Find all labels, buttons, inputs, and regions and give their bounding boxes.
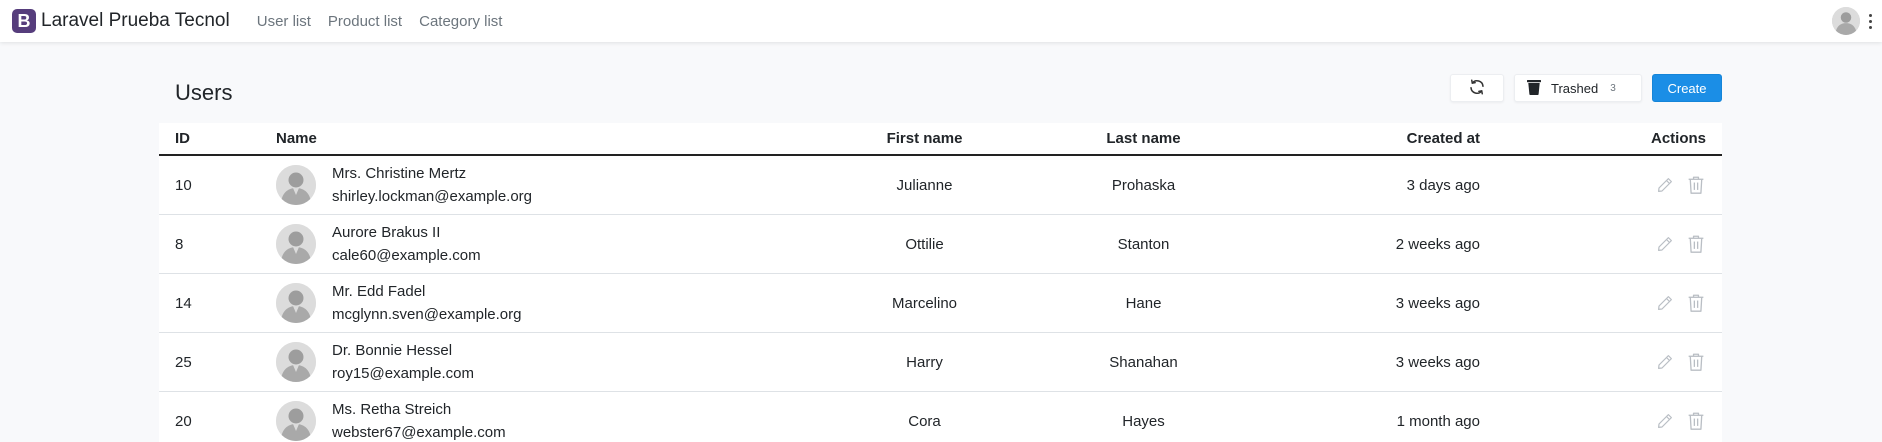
user-full-name: Ms. Retha Streich [332,401,452,418]
trash-icon[interactable] [1686,411,1706,431]
nav-links: User list Product list Category list [257,13,520,30]
pencil-icon[interactable] [1655,175,1675,195]
refresh-button[interactable] [1450,74,1504,102]
page-title: Users [175,80,233,105]
name-block: Aurore Brakus II cale60@example.com [332,221,481,267]
cell-actions [1484,352,1722,372]
nav-link-user-list[interactable]: User list [257,13,311,30]
table-row: 20 Ms. Retha Streich webster67@example.c… [159,392,1722,442]
cell-last-name: Prohaska [1111,176,1176,194]
users-table: ID Name First name Last name Created at … [159,123,1722,442]
cell-name: Mrs. Christine Mertz shirley.lockman@exa… [276,162,846,208]
table-row: 14 Mr. Edd Fadel mcglynn.sven@example.or… [159,274,1722,333]
user-full-name: Mrs. Christine Mertz [332,165,467,182]
cell-created-at: 1 month ago [1396,412,1480,430]
cell-first-name: Harry [906,353,943,371]
cell-actions [1484,411,1722,431]
cell-last-name: Shanahan [1109,353,1178,371]
nav-link-product-list[interactable]: Product list [328,13,402,30]
header-created-at[interactable]: Created at [1284,130,1484,147]
cell-name: Ms. Retha Streich webster67@example.com [276,398,846,442]
cell-last-name: Hayes [1122,412,1165,430]
cell-actions [1484,293,1722,313]
trash-icon[interactable] [1686,352,1706,372]
refresh-icon [1468,78,1486,99]
cell-actions [1484,234,1722,254]
cell-last-name: Hane [1125,294,1162,312]
header-last-name[interactable]: Last name [1003,130,1284,147]
pencil-icon[interactable] [1655,293,1675,313]
pencil-icon[interactable] [1655,234,1675,254]
user-avatar-icon[interactable] [1832,7,1860,35]
user-email: shirley.lockman@example.org [332,188,533,205]
user-email: webster67@example.com [332,424,506,441]
cell-id: 25 [175,353,192,371]
name-block: Mrs. Christine Mertz shirley.lockman@exa… [332,162,532,208]
user-avatar-icon [276,401,316,441]
cell-name: Dr. Bonnie Hessel roy15@example.com [276,339,846,385]
cell-id: 14 [175,294,192,312]
cell-created-at: 3 days ago [1406,176,1480,194]
user-full-name: Aurore Brakus II [332,224,441,241]
cell-first-name: Ottilie [905,235,944,253]
cell-actions [1484,175,1722,195]
pencil-icon[interactable] [1655,411,1675,431]
top-navbar: B Laravel Prueba Tecnol User list Produc… [0,0,1882,42]
user-avatar-icon [276,224,316,264]
cell-id: 10 [175,176,192,194]
cell-created-at: 3 weeks ago [1395,294,1480,312]
cell-created-at: 2 weeks ago [1395,235,1480,253]
header-actions: Actions [1650,130,1706,147]
brand[interactable]: B Laravel Prueba Tecnol [12,9,230,33]
user-email: mcglynn.sven@example.org [332,306,522,323]
cell-first-name: Julianne [896,176,953,194]
user-avatar-icon [276,165,316,205]
table-row: 8 Aurore Brakus II cale60@example.com Ot… [159,215,1722,274]
create-button[interactable]: Create [1652,74,1722,102]
user-full-name: Dr. Bonnie Hessel [332,342,453,359]
table-row: 10 Mrs. Christine Mertz shirley.lockman@… [159,156,1722,215]
cell-id: 20 [175,412,192,430]
table-row: 25 Dr. Bonnie Hessel roy15@example.com H… [159,333,1722,392]
user-avatar-icon [276,342,316,382]
user-email: cale60@example.com [332,247,481,264]
toolbar: Trashed 3 Create [1450,74,1722,102]
cell-created-at: 3 weeks ago [1395,353,1480,371]
header-name[interactable]: Name [276,130,846,147]
cell-name: Aurore Brakus II cale60@example.com [276,221,846,267]
header-id[interactable]: ID [159,130,276,147]
name-block: Mr. Edd Fadel mcglynn.sven@example.org [332,280,521,326]
cell-first-name: Cora [908,412,941,430]
trash-icon[interactable] [1686,293,1706,313]
pencil-icon[interactable] [1655,352,1675,372]
user-email: roy15@example.com [332,365,474,382]
trashed-button[interactable]: Trashed 3 [1514,74,1642,102]
trash-icon[interactable] [1686,234,1706,254]
cell-last-name: Stanton [1117,235,1170,253]
brand-name: Laravel Prueba Tecnol [41,10,230,31]
nav-link-category-list[interactable]: Category list [419,13,502,30]
name-block: Dr. Bonnie Hessel roy15@example.com [332,339,474,385]
name-block: Ms. Retha Streich webster67@example.com [332,398,506,442]
header-first-name[interactable]: First name [846,130,1003,147]
nav-right [1832,7,1873,35]
trash-can-icon [1527,79,1541,98]
trashed-label: Trashed [1551,80,1599,96]
kebab-menu-icon[interactable] [1867,13,1873,29]
user-full-name: Mr. Edd Fadel [332,283,426,300]
trash-icon[interactable] [1686,175,1706,195]
table-header: ID Name First name Last name Created at … [159,123,1722,156]
user-avatar-icon [276,283,316,323]
cell-first-name: Marcelino [891,294,958,312]
cell-name: Mr. Edd Fadel mcglynn.sven@example.org [276,280,846,326]
bootstrap-logo-icon: B [12,9,36,33]
cell-id: 8 [175,235,184,253]
trashed-count-badge: 3 [1610,82,1616,94]
